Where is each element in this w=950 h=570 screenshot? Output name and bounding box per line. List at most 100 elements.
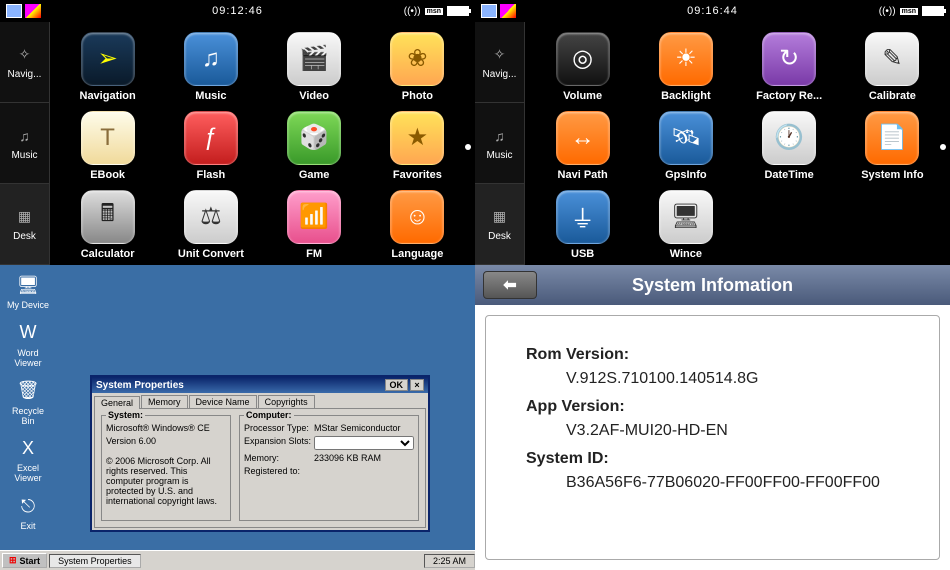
wince-desktop[interactable]: 🖥My Device WWord Viewer 🗑Recycle Bin XExcel… (0, 265, 475, 570)
label: Expansion Slots: (244, 436, 314, 450)
app-navipath[interactable]: ↔ Navi Path (535, 109, 630, 182)
app-navigation[interactable]: ➢Navigation (60, 30, 155, 103)
sidebar-item-music[interactable]: ♫Music (475, 103, 524, 184)
system-properties-window[interactable]: System Properties OK × GeneralMemoryDevi… (90, 375, 430, 532)
label: Registered to: (244, 466, 314, 476)
memory-value: 233096 KB RAM (314, 453, 381, 463)
taskbar[interactable]: ⊞Start System Properties 2:25 AM (0, 550, 475, 570)
close-button[interactable]: × (410, 379, 424, 391)
app-label: USB (571, 248, 594, 260)
app-icon: 🖩 (81, 190, 135, 244)
tab-general[interactable]: General (94, 396, 140, 409)
clock-text: 09:16:44 (687, 5, 738, 17)
sidebar-label: Desk (488, 231, 511, 242)
status-bar: 09:12:46 ((•)) msn (0, 0, 475, 22)
app-photo[interactable]: ❀ Photo (370, 30, 465, 103)
app-wince[interactable]: 🖥Wince (638, 188, 733, 261)
app-icon: ♫ (184, 32, 238, 86)
desktop-icon-mydevice[interactable]: 🖥My Device (6, 271, 50, 311)
label: Processor Type: (244, 423, 314, 433)
sidebar-label: Desk (13, 231, 36, 242)
sidebar-item-navig[interactable]: ✧Navig... (475, 22, 524, 103)
os-text: Microsoft® Windows® CE (106, 423, 210, 433)
launcher-screen-2: 09:16:44 ((•)) msn ✧Navig...♫Music▦Desk … (475, 0, 950, 265)
app-music[interactable]: ♫ Music (163, 30, 258, 103)
app-factoryre[interactable]: ↻ Factory Re... (742, 30, 837, 103)
app-label: EBook (90, 169, 125, 181)
app-label: Backlight (661, 90, 711, 102)
desktop-icon-recyclebin[interactable]: 🗑Recycle Bin (6, 377, 50, 427)
app-label: Game (299, 169, 330, 181)
app-icon: ◎ (556, 32, 610, 86)
taskbar-item[interactable]: System Properties (49, 554, 141, 568)
app-volume[interactable]: ◎Volume (535, 30, 630, 103)
app-systeminfo[interactable]: 📄System Info (845, 109, 940, 182)
icon-label: Word Viewer (6, 349, 50, 369)
app-ebook[interactable]: TEBook (60, 109, 155, 182)
icon: 🗑 (14, 377, 42, 405)
desktop-icon-wordviewer[interactable]: WWord Viewer (6, 319, 50, 369)
app-label: Factory Re... (756, 90, 822, 102)
app-label: Calculator (81, 248, 135, 260)
tab-memory[interactable]: Memory (141, 395, 188, 408)
app-label: Unit Convert (178, 248, 244, 260)
signal-icon: ((•)) (404, 6, 421, 17)
system-info-screen: ⬅ System Infomation Rom Version: V.912S.… (475, 265, 950, 570)
app-fm[interactable]: 📶 FM (267, 188, 362, 261)
app-icon: ➢ (81, 32, 135, 86)
app-game[interactable]: 🎲Game (267, 109, 362, 182)
icon-label: Excel Viewer (6, 464, 50, 484)
expansion-select[interactable] (314, 436, 414, 450)
ok-button[interactable]: OK (385, 379, 409, 391)
rom-version-value: V.912S.710100.140514.8G (566, 370, 899, 388)
app-icon: ❀ (390, 32, 444, 86)
app-icon: 📶 (287, 190, 341, 244)
page-indicator (940, 144, 946, 150)
calendar-icon[interactable] (6, 4, 22, 18)
app-label: FM (306, 248, 322, 260)
app-label: Music (195, 90, 226, 102)
sidebar-item-music[interactable]: ♫Music (0, 103, 49, 184)
app-label: Photo (402, 90, 433, 102)
app-backlight[interactable]: ☀Backlight (638, 30, 733, 103)
app-icon: ↻ (762, 32, 816, 86)
sidebar-label: Navig... (483, 69, 517, 80)
app-video[interactable]: 🎬Video (267, 30, 362, 103)
app-unitconvert[interactable]: ⚖Unit Convert (163, 188, 258, 261)
battery-icon (922, 6, 944, 16)
start-button[interactable]: ⊞Start (2, 553, 47, 568)
window-title: System Properties (96, 380, 184, 391)
label: Memory: (244, 453, 314, 463)
app-favorites[interactable]: ★Favorites (370, 109, 465, 182)
app-label: Navi Path (558, 169, 608, 181)
back-button[interactable]: ⬅ (483, 271, 537, 299)
app-icon: ★ (390, 111, 444, 165)
app-calibrate[interactable]: ✎Calibrate (845, 30, 940, 103)
sidebar-icon: ♫ (15, 126, 35, 146)
app-label: GpsInfo (665, 169, 707, 181)
tab-copyrights[interactable]: Copyrights (258, 395, 315, 408)
processor-value: MStar Semiconductor (314, 423, 401, 433)
app-icon: 🖥 (659, 190, 713, 244)
app-usb[interactable]: ⏚USB (535, 188, 630, 261)
sidebar-label: Music (486, 150, 512, 161)
app-gpsinfo[interactable]: 🛰GpsInfo (638, 109, 733, 182)
copyright-text: © 2006 Microsoft Corp. All rights reserv… (106, 456, 226, 506)
sidebar-item-navig[interactable]: ✧Navig... (0, 22, 49, 103)
desktop-icon-exit[interactable]: ⎋Exit (6, 492, 50, 532)
tray-clock[interactable]: 2:25 AM (424, 554, 475, 568)
tab-devicename[interactable]: Device Name (189, 395, 257, 408)
app-datetime[interactable]: 🕐DateTime (742, 109, 837, 182)
sidebar-item-desk[interactable]: ▦Desk (0, 184, 49, 265)
app-icon: ↔ (556, 111, 610, 165)
msn-icon: msn (425, 8, 443, 15)
icon: X (14, 434, 42, 462)
app-language[interactable]: ☺Language (370, 188, 465, 261)
app-flash[interactable]: ƒFlash (163, 109, 258, 182)
sidebar-item-desk[interactable]: ▦Desk (475, 184, 524, 265)
calendar-icon[interactable] (481, 4, 497, 18)
msn-icon: msn (900, 8, 918, 15)
desktop-icon-excelviewer[interactable]: XExcel Viewer (6, 434, 50, 484)
window-titlebar[interactable]: System Properties OK × (92, 377, 428, 393)
app-calculator[interactable]: 🖩 Calculator (60, 188, 155, 261)
